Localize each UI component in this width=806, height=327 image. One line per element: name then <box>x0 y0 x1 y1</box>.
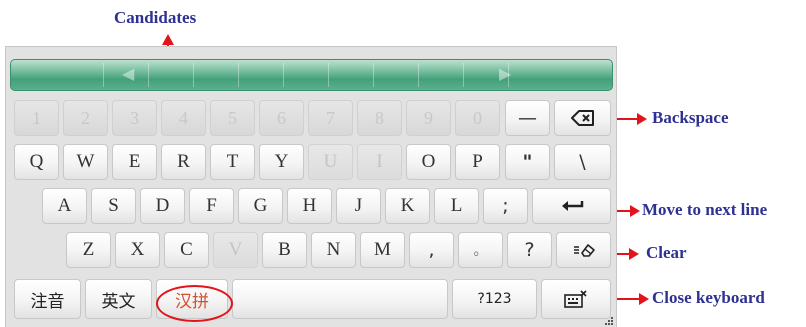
next-line-annotation: Move to next line <box>642 200 768 219</box>
key-i: I <box>357 144 402 180</box>
key-9: 9 <box>406 100 451 136</box>
close-keyboard-annotation: Close keyboard <box>652 288 765 307</box>
key-j[interactable]: J <box>336 188 381 224</box>
key-quote[interactable]: " <box>505 144 550 180</box>
key-y[interactable]: Y <box>259 144 304 180</box>
key-v: V <box>213 232 258 268</box>
key-x[interactable]: X <box>115 232 160 268</box>
key-g[interactable]: G <box>238 188 283 224</box>
key-u: U <box>308 144 353 180</box>
key-c[interactable]: C <box>164 232 209 268</box>
key-o[interactable]: O <box>406 144 451 180</box>
key-dash[interactable]: — <box>505 100 550 136</box>
resize-grip-icon[interactable] <box>605 317 615 325</box>
triangle-left-icon[interactable]: ◀ <box>122 64 134 83</box>
key-z[interactable]: Z <box>66 232 111 268</box>
clear-annotation: Clear <box>646 243 687 262</box>
key-r[interactable]: R <box>161 144 206 180</box>
triangle-right-icon[interactable]: ▶ <box>499 64 511 83</box>
key-0: 0 <box>455 100 500 136</box>
key-1: 1 <box>14 100 59 136</box>
candidates-annotation: Candidates <box>114 8 197 27</box>
key-5: 5 <box>210 100 255 136</box>
key-h[interactable]: H <box>287 188 332 224</box>
key-question[interactable]: ? <box>507 232 552 268</box>
backspace-annotation: Backspace <box>652 108 729 127</box>
enter-icon <box>561 201 583 211</box>
candidate-bar[interactable]: ◀ ▶ <box>10 59 613 91</box>
key-comma[interactable]: , <box>409 232 454 268</box>
symbols-button[interactable]: ?123 <box>452 279 537 319</box>
key-f[interactable]: F <box>189 188 234 224</box>
key-b[interactable]: B <box>262 232 307 268</box>
key-period[interactable]: 。 <box>458 232 503 268</box>
key-a[interactable]: A <box>42 188 87 224</box>
key-8: 8 <box>357 100 402 136</box>
key-backslash[interactable]: \ <box>554 144 611 180</box>
clear-button[interactable] <box>556 232 611 268</box>
english-mode-button[interactable]: 英文 <box>85 279 152 319</box>
key-3: 3 <box>112 100 157 136</box>
space-bar[interactable] <box>232 279 448 319</box>
hanpin-highlight-ellipse <box>156 285 233 322</box>
close-keyboard-button[interactable] <box>541 279 611 319</box>
key-6: 6 <box>259 100 304 136</box>
backspace-icon <box>570 110 594 126</box>
key-s[interactable]: S <box>91 188 136 224</box>
key-t[interactable]: T <box>210 144 255 180</box>
zhuyin-mode-button[interactable]: 注音 <box>14 279 81 319</box>
key-2: 2 <box>63 100 108 136</box>
key-d[interactable]: D <box>140 188 185 224</box>
key-e[interactable]: E <box>112 144 157 180</box>
key-4: 4 <box>161 100 206 136</box>
key-l[interactable]: L <box>434 188 479 224</box>
enter-button[interactable] <box>532 188 611 224</box>
close-keyboard-icon <box>564 290 587 308</box>
key-w[interactable]: W <box>63 144 108 180</box>
key-m[interactable]: M <box>360 232 405 268</box>
key-n[interactable]: N <box>311 232 356 268</box>
key-k[interactable]: K <box>385 188 430 224</box>
key-p[interactable]: P <box>455 144 500 180</box>
backspace-button[interactable] <box>554 100 611 136</box>
key-q[interactable]: Q <box>14 144 59 180</box>
key-semicolon[interactable]: ; <box>483 188 528 224</box>
key-7: 7 <box>308 100 353 136</box>
clear-eraser-icon <box>573 244 595 257</box>
